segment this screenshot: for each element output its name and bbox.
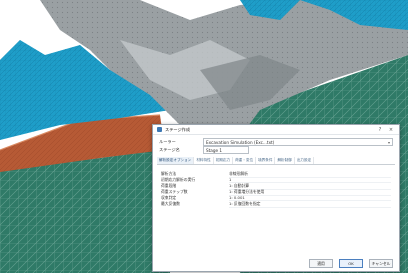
dialog-titlebar: ステージ作成 ? × bbox=[153, 125, 399, 135]
tab-strip: 解析設定オプション 材料特性 初期応力 荷重・変位 境界条件 解析制御 出力設定 bbox=[157, 157, 395, 165]
property-row[interactable]: 最大反復数 1: 反復回数を指定 bbox=[161, 201, 391, 208]
property-value: 1: 反復回数を指定 bbox=[229, 201, 391, 208]
dialog-title: ステージ作成 bbox=[165, 126, 191, 132]
cancel-button[interactable]: キャンセル bbox=[369, 259, 393, 268]
apply-button[interactable]: 適用 bbox=[309, 259, 333, 268]
ruler-select[interactable]: Excavation Simulation (Exc...txt) ▾ bbox=[203, 138, 393, 146]
ruler-value: Excavation Simulation (Exc...txt) bbox=[206, 139, 275, 145]
tab-initial-stress[interactable]: 初期応力 bbox=[214, 157, 234, 164]
ok-button[interactable]: OK bbox=[339, 259, 363, 268]
help-button[interactable]: ? bbox=[376, 126, 384, 134]
tab-material[interactable]: 材料特性 bbox=[194, 157, 214, 164]
create-stage-dialog[interactable]: ステージ作成 ? × ルーラー Excavation Simulation (E… bbox=[152, 124, 400, 272]
property-key: 最大反復数 bbox=[161, 201, 180, 206]
tab-analysis-options[interactable]: 解析設定オプション bbox=[157, 157, 195, 164]
stage-name-value: Stage 1 bbox=[206, 147, 223, 153]
tab-load[interactable]: 荷重・変位 bbox=[233, 157, 257, 164]
stage-name-label: ステージ名 bbox=[159, 147, 180, 152]
tab-output[interactable]: 出力設定 bbox=[295, 157, 315, 164]
stage-name-input[interactable]: Stage 1 bbox=[203, 146, 249, 154]
app-icon bbox=[157, 127, 162, 132]
tab-boundary[interactable]: 境界条件 bbox=[256, 157, 276, 164]
stage-name-row: ステージ名 Stage 1 bbox=[153, 146, 399, 154]
dialog-footer: 適用 OK キャンセル bbox=[309, 259, 393, 268]
close-button[interactable]: × bbox=[387, 126, 395, 134]
properties-panel: 解析方法 非線形解析 初期応力解析の実行 1 荷重段階 1: 自動計算 荷重ステ… bbox=[161, 171, 391, 208]
chevron-down-icon: ▾ bbox=[387, 139, 390, 145]
ruler-label: ルーラー bbox=[159, 139, 176, 144]
tab-control[interactable]: 解析制御 bbox=[275, 157, 295, 164]
ruler-field-row: ルーラー Excavation Simulation (Exc...txt) ▾ bbox=[153, 138, 399, 146]
